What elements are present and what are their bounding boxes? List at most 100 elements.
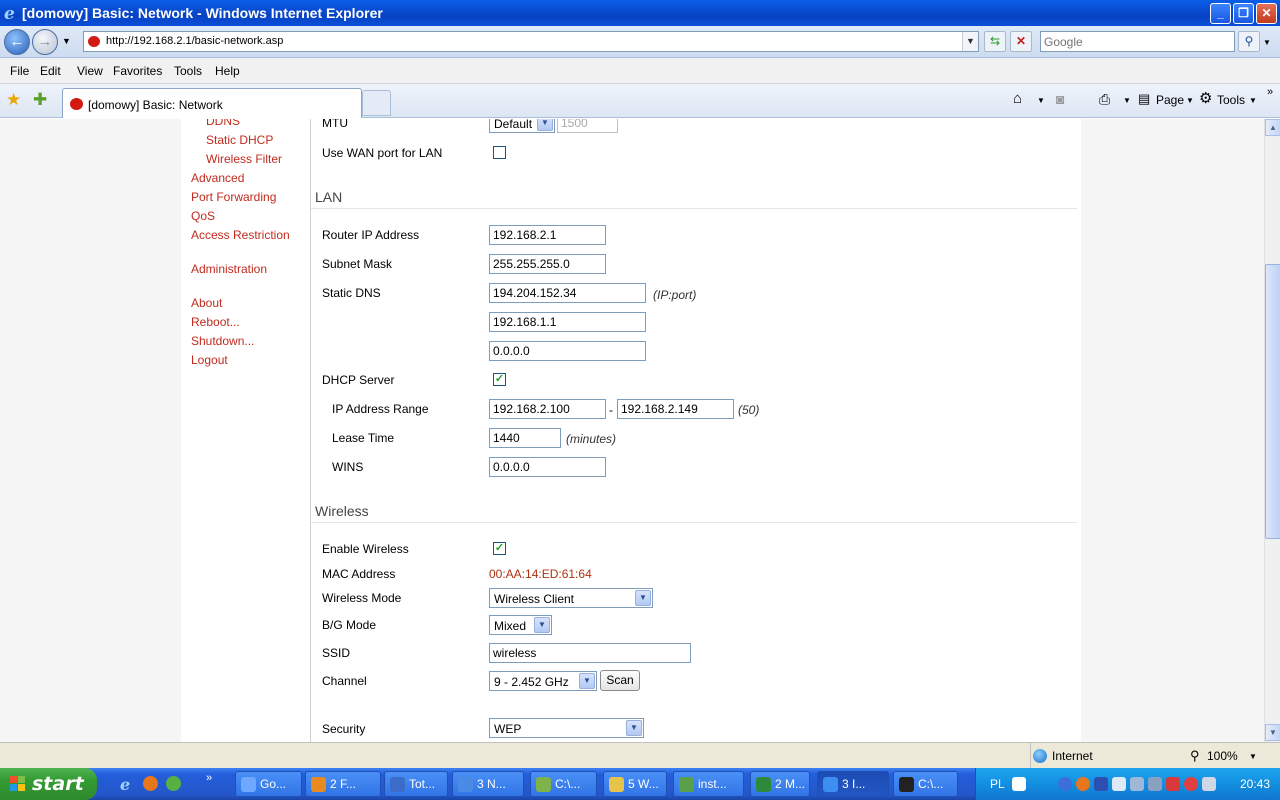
network-tray-icon[interactable] (1130, 777, 1144, 791)
sidebar-item-about[interactable]: About (191, 296, 222, 310)
taskbar-item[interactable]: 5 W... (603, 771, 667, 797)
search-icon[interactable]: ⚲ (1238, 31, 1260, 52)
taskbar-item[interactable]: C:\... (530, 771, 597, 797)
menu-edit[interactable]: Edit (40, 64, 61, 78)
taskbar-item[interactable]: C:\... (893, 771, 958, 797)
back-tray-icon[interactable] (1058, 777, 1072, 791)
menu-help[interactable]: Help (215, 64, 240, 78)
refresh-button[interactable]: ⇆ (984, 31, 1006, 52)
history-dropdown-icon[interactable]: ▼ (62, 36, 71, 46)
restore-button[interactable]: ❐ (1233, 3, 1254, 24)
tools-menu-button[interactable]: Tools (1217, 93, 1245, 107)
print-dropdown-icon[interactable]: ▼ (1123, 96, 1131, 105)
sidebar-item-logout[interactable]: Logout (191, 353, 228, 367)
search-input[interactable] (1041, 32, 1234, 51)
mtu-field[interactable]: 1500 (557, 119, 618, 133)
home-icon[interactable]: ⌂ (1013, 90, 1022, 107)
search-options-icon[interactable]: ▼ (1263, 38, 1271, 47)
subnet-mask-field[interactable]: 255.255.255.0 (489, 254, 606, 274)
language-indicator[interactable]: PL (990, 777, 1005, 791)
start-button[interactable]: start (0, 768, 97, 800)
stop-button[interactable]: ✕ (1010, 31, 1032, 52)
chevron-more-icon[interactable]: » (1267, 86, 1273, 98)
ip-range-end-field[interactable]: 192.168.2.149 (617, 399, 734, 419)
page-dropdown-icon[interactable]: ▼ (1186, 96, 1194, 105)
taskbar-item[interactable]: inst... (673, 771, 744, 797)
taskbar-item[interactable]: Tot... (384, 771, 448, 797)
sidebar-item-wireless-filter[interactable]: Wireless Filter (206, 152, 282, 166)
firefox-tray-icon[interactable] (1076, 777, 1090, 791)
taskbar-item[interactable]: 2 M... (750, 771, 810, 797)
bg-mode-select[interactable]: Mixed ▼ (489, 615, 552, 635)
forward-button[interactable]: → (32, 29, 58, 55)
dns1-field[interactable]: 194.204.152.34 (489, 283, 646, 303)
minimize-button[interactable]: _ (1210, 3, 1231, 24)
menu-tools[interactable]: Tools (174, 64, 202, 78)
taskbar-item[interactable]: 3 I... (817, 771, 889, 797)
sidebar-item-ddns[interactable]: DDNS (206, 119, 240, 128)
security-select[interactable]: WEP ▼ (489, 718, 644, 738)
taskbar-item[interactable]: 3 N... (452, 771, 524, 797)
tool-tray-icon[interactable] (1148, 777, 1162, 791)
bluetooth-tray-icon[interactable] (1094, 777, 1108, 791)
feeds-icon[interactable]: ◙ (1056, 91, 1064, 107)
taskbar-app-icon (311, 777, 326, 792)
app-tray-icon[interactable] (1112, 777, 1126, 791)
dhcp-server-checkbox[interactable]: ✓ (493, 373, 506, 386)
scroll-down-icon[interactable]: ▼ (1265, 724, 1280, 741)
quicklaunch-more-icon[interactable]: » (206, 772, 212, 784)
menu-favorites[interactable]: Favorites (113, 64, 162, 78)
sidebar-item-administration[interactable]: Administration (191, 262, 267, 276)
menu-view[interactable]: View (77, 64, 103, 78)
scan-button[interactable]: Scan (600, 670, 640, 691)
volume-tray-icon[interactable] (1202, 777, 1216, 791)
antivirus-tray-icon[interactable] (1184, 777, 1198, 791)
lease-time-field[interactable]: 1440 (489, 428, 561, 448)
sidebar-item-qos[interactable]: QoS (191, 209, 215, 223)
address-field[interactable]: http://192.168.2.1/basic-network.asp ▼ (83, 31, 979, 52)
sidebar-item-static-dhcp[interactable]: Static DHCP (206, 133, 273, 147)
use-wan-port-checkbox[interactable] (493, 146, 506, 159)
close-button[interactable]: ✕ (1256, 3, 1277, 24)
taskbar-item[interactable]: 2 F... (305, 771, 381, 797)
back-button[interactable]: ← (4, 29, 30, 55)
ip-range-start-field[interactable]: 192.168.2.100 (489, 399, 606, 419)
home-dropdown-icon[interactable]: ▼ (1037, 96, 1045, 105)
scroll-up-icon[interactable]: ▲ (1265, 119, 1280, 136)
tools-dropdown-icon[interactable]: ▼ (1249, 96, 1257, 105)
sidebar-item-shutdown[interactable]: Shutdown... (191, 334, 254, 348)
firefox-quicklaunch-icon[interactable] (143, 776, 158, 791)
wireless-mode-select[interactable]: Wireless Client ▼ (489, 588, 653, 608)
sidebar-item-advanced[interactable]: Advanced (191, 171, 244, 185)
address-dropdown-icon[interactable]: ▼ (962, 32, 978, 51)
sidebar-item-reboot[interactable]: Reboot... (191, 315, 240, 329)
router-ip-field[interactable]: 192.168.2.1 (489, 225, 606, 245)
search-field[interactable] (1040, 31, 1235, 52)
add-favorite-icon[interactable]: ✚ (33, 90, 47, 110)
scrollbar-thumb[interactable] (1265, 264, 1280, 539)
page-menu-button[interactable]: Page (1156, 93, 1184, 107)
menu-file[interactable]: File (10, 64, 29, 78)
sidebar-item-port-forwarding[interactable]: Port Forwarding (191, 190, 276, 204)
print-icon[interactable]: ⎙ (1099, 91, 1110, 108)
favorites-star-icon[interactable]: ★ (6, 90, 21, 110)
new-tab-button[interactable] (362, 90, 391, 116)
help-tray-icon[interactable] (1012, 777, 1026, 791)
ssid-field[interactable]: wireless (489, 643, 691, 663)
app-quicklaunch-icon[interactable] (166, 776, 181, 791)
tab-active[interactable]: [domowy] Basic: Network (62, 88, 362, 118)
zoom-dropdown-icon[interactable]: ▼ (1249, 752, 1257, 761)
wins-field[interactable]: 0.0.0.0 (489, 457, 606, 477)
clock[interactable]: 20:43 (1240, 777, 1270, 791)
taskbar-item[interactable]: Go... (235, 771, 302, 797)
enable-wireless-checkbox[interactable]: ✓ (493, 542, 506, 555)
pdf-tray-icon[interactable] (1166, 777, 1180, 791)
dns2-field[interactable]: 192.168.1.1 (489, 312, 646, 332)
vertical-scrollbar[interactable]: ▲ ▼ (1264, 119, 1280, 742)
sidebar-item-access-restriction[interactable]: Access Restriction (191, 228, 290, 242)
mtu-mode-select[interactable]: Default ▼ (489, 119, 555, 133)
ie-quicklaunch-icon[interactable]: e (120, 775, 130, 794)
channel-select[interactable]: 9 - 2.452 GHz ▼ (489, 671, 597, 691)
dns3-field[interactable]: 0.0.0.0 (489, 341, 646, 361)
zoom-level[interactable]: 100% (1207, 749, 1238, 763)
